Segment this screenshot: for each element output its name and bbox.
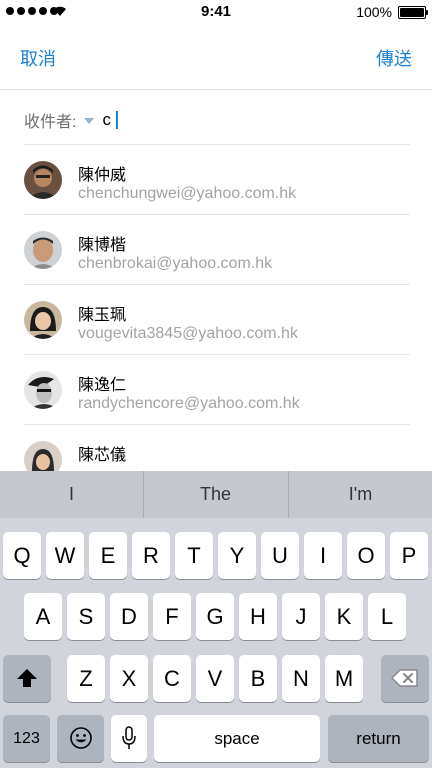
key-z[interactable]: Z [67, 655, 105, 702]
key-j[interactable]: J [282, 593, 320, 640]
key-x[interactable]: X [110, 655, 148, 702]
contact-email: vougevita3845@yahoo.com.hk [78, 325, 298, 342]
dictation-key[interactable] [111, 715, 147, 762]
key-s[interactable]: S [67, 593, 105, 640]
key-m[interactable]: M [325, 655, 363, 702]
key-h[interactable]: H [239, 593, 277, 640]
key-k[interactable]: K [325, 593, 363, 640]
avatar [24, 161, 62, 199]
contact-email: chenbrokai@yahoo.com.hk [78, 255, 273, 272]
contact-suggestion[interactable]: 陳逸仁 randychencore@yahoo.com.hk [0, 355, 432, 425]
cancel-button[interactable]: 取消 [20, 45, 56, 71]
contact-email: randychencore@yahoo.com.hk [78, 395, 300, 412]
prediction-3[interactable]: I'm [289, 471, 432, 518]
key-w[interactable]: W [46, 532, 84, 579]
recipient-label: 收件者: [24, 114, 77, 131]
key-n[interactable]: N [282, 655, 320, 702]
send-button[interactable]: 傳送 [376, 45, 412, 71]
prediction-2[interactable]: The [144, 471, 287, 518]
microphone-icon [122, 726, 136, 750]
keyboard: I The I'm Q W E R T Y U I O P A S D F G … [0, 471, 432, 768]
shift-icon [17, 669, 37, 688]
key-i[interactable]: I [304, 532, 342, 579]
contact-suggestion[interactable]: 陳仲威 chenchungwei@yahoo.com.hk [0, 145, 432, 215]
key-r[interactable]: R [132, 532, 170, 579]
contact-name: 陳玉珮 [78, 307, 127, 324]
contact-name: 陳芯儀 [78, 447, 127, 464]
avatar [24, 231, 62, 269]
backspace-icon [391, 669, 418, 687]
key-b[interactable]: B [239, 655, 277, 702]
key-f[interactable]: F [153, 593, 191, 640]
avatar [24, 301, 62, 339]
key-l[interactable]: L [368, 593, 406, 640]
emoji-key[interactable] [57, 715, 104, 762]
key-a[interactable]: A [24, 593, 62, 640]
contact-name: 陳博楷 [78, 237, 127, 254]
battery-icon [398, 6, 428, 19]
numbers-key[interactable]: 123 [3, 715, 50, 762]
return-key[interactable]: return [328, 715, 429, 762]
caret-down-icon[interactable] [84, 118, 95, 124]
key-v[interactable]: V [196, 655, 234, 702]
emoji-icon [69, 727, 92, 749]
contact-email: chenchungwei@yahoo.com.hk [78, 185, 297, 202]
key-c[interactable]: C [153, 655, 191, 702]
key-q[interactable]: Q [3, 532, 41, 579]
key-o[interactable]: O [347, 532, 385, 579]
recipient-input[interactable] [102, 110, 115, 130]
contact-suggestion[interactable]: 陳玉珮 vougevita3845@yahoo.com.hk [0, 285, 432, 355]
contact-suggestion[interactable]: 陳博楷 chenbrokai@yahoo.com.hk [0, 215, 432, 285]
key-g[interactable]: G [196, 593, 234, 640]
text-cursor [116, 111, 119, 129]
predictive-bar: I The I'm [0, 471, 432, 518]
key-p[interactable]: P [390, 532, 428, 579]
recipient-field[interactable]: 收件者: [24, 109, 119, 131]
contact-name: 陳逸仁 [78, 377, 127, 394]
divider [0, 89, 432, 90]
prediction-1[interactable]: I [0, 471, 143, 518]
battery-percentage: 100% [356, 4, 392, 20]
avatar [24, 371, 62, 409]
space-bar[interactable]: space [154, 715, 320, 762]
key-e[interactable]: E [89, 532, 127, 579]
key-y[interactable]: Y [218, 532, 256, 579]
delete-key[interactable] [381, 655, 429, 702]
key-d[interactable]: D [110, 593, 148, 640]
key-u[interactable]: U [261, 532, 299, 579]
shift-key[interactable] [3, 655, 51, 702]
status-bar: 9:41 100% [0, 0, 432, 24]
contact-name: 陳仲威 [78, 167, 127, 184]
key-t[interactable]: T [175, 532, 213, 579]
